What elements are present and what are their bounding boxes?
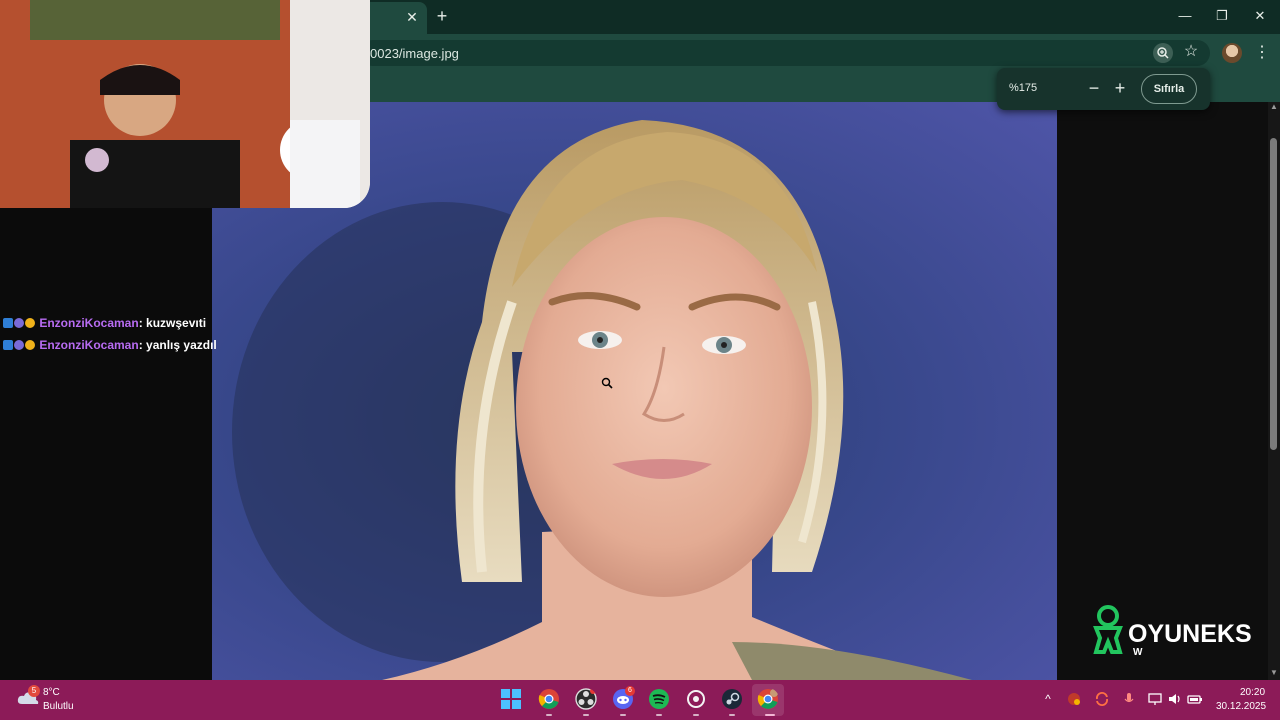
tab-close-icon[interactable]: ✕ (403, 8, 421, 26)
volume-icon[interactable] (1167, 691, 1183, 707)
tray-overflow-chevron-icon[interactable]: ^ (1040, 691, 1056, 707)
battery-icon[interactable] (1187, 691, 1203, 707)
clock-time[interactable]: 20:20 (1240, 687, 1265, 698)
screen: ✕ + — ❐ ✕ 0023/image.jpg ☆ ⋮ ▲ ▼ %175 − … (0, 0, 1280, 720)
scrollbar-thumb[interactable] (1270, 138, 1277, 450)
windows-start-icon[interactable] (500, 688, 522, 710)
zoom-cursor-icon (601, 377, 613, 389)
address-bar[interactable] (360, 40, 1210, 66)
app-running-indicator (583, 714, 589, 716)
zoom-in-button[interactable]: + (1110, 78, 1130, 98)
chat-text: yanlış yazdıl (146, 338, 217, 352)
brand-name: OYUNEKS (1128, 620, 1252, 648)
app-active-indicator (765, 714, 775, 716)
brand-sub: W (1133, 647, 1143, 658)
discord-notification-badge: 6 (625, 686, 635, 696)
chat-username: EnzonziKocaman (39, 338, 139, 352)
scroll-up-icon[interactable]: ▲ (1269, 102, 1279, 112)
zoom-out-button[interactable]: − (1084, 78, 1104, 98)
obs-icon[interactable] (575, 688, 597, 710)
zoom-reset-button[interactable]: Sıfırla (1141, 74, 1197, 104)
address-bar-url[interactable]: 0023/image.jpg (370, 46, 459, 61)
close-window-button[interactable]: ✕ (1245, 6, 1275, 26)
profile-avatar-icon[interactable] (1222, 43, 1242, 63)
bookmark-star-icon[interactable]: ☆ (1182, 43, 1200, 61)
steam-icon[interactable] (721, 688, 743, 710)
chat-separator: : (138, 316, 147, 330)
app-running-indicator (546, 714, 552, 716)
microphone-icon[interactable] (1121, 691, 1137, 707)
app-running-indicator (620, 714, 626, 716)
new-tab-button[interactable]: + (432, 6, 452, 26)
windows-taskbar (0, 680, 1280, 720)
scroll-down-icon[interactable]: ▼ (1269, 668, 1279, 678)
app-running-indicator (693, 714, 699, 716)
minimize-button[interactable]: — (1170, 6, 1200, 26)
chat-message: EnzonziKocaman: yanlış yazdıl (3, 338, 217, 354)
chat-badge-icon (3, 340, 13, 350)
chat-text: kuzwşevıti (146, 316, 207, 330)
chat-message: EnzonziKocaman: kuzwşevıti (3, 316, 206, 332)
zoom-level-value: %175 (1009, 82, 1038, 94)
clock-date[interactable]: 30.12.2025 (1216, 701, 1266, 712)
chat-username: EnzonziKocaman (39, 316, 139, 330)
webcam-overlay (0, 0, 370, 208)
spotify-icon[interactable] (648, 688, 670, 710)
tray-app-icon[interactable] (1066, 691, 1082, 707)
chat-badge-icon (14, 340, 24, 350)
network-icon[interactable] (1147, 691, 1163, 707)
weather-temperature[interactable]: 8°C (43, 687, 60, 698)
zoom-indicator-icon[interactable] (1153, 43, 1173, 63)
app-running-indicator (729, 714, 735, 716)
restore-button[interactable]: ❐ (1207, 6, 1237, 26)
app-running-indicator (656, 714, 662, 716)
weather-alert-badge: 5 (28, 685, 40, 697)
chrome-icon[interactable] (538, 688, 560, 710)
steam-client-icon[interactable] (685, 688, 707, 710)
chat-badge-icon (3, 318, 13, 328)
chat-badge-icon (25, 318, 35, 328)
chrome-profile-icon[interactable] (757, 688, 779, 710)
chat-badge-icon (14, 318, 24, 328)
browser-menu-icon[interactable]: ⋮ (1254, 43, 1270, 63)
weather-condition[interactable]: Bulutlu (43, 701, 74, 712)
chat-badge-icon (25, 340, 35, 350)
sync-icon[interactable] (1094, 691, 1110, 707)
stream-chat-panel (0, 208, 212, 680)
chat-separator: : (138, 338, 147, 352)
